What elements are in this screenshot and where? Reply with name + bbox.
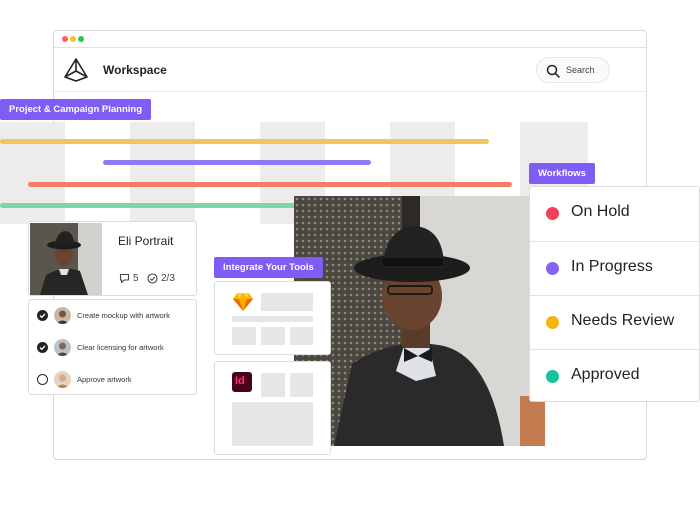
content-placeholder	[232, 327, 256, 345]
workspace-logo-icon[interactable]	[63, 57, 89, 83]
gantt-bar-purple[interactable]	[103, 160, 371, 165]
status-label: Needs Review	[571, 312, 675, 329]
workflows-tag: Workflows	[529, 163, 595, 184]
portrait-card[interactable]: Eli Portrait 5 2/3	[28, 221, 197, 296]
gantt-bar-green[interactable]	[0, 203, 300, 208]
gantt-column	[130, 122, 195, 224]
close-window-dot[interactable]	[62, 36, 68, 42]
planning-tag: Project & Campaign Planning	[0, 99, 152, 120]
app-title: Workspace	[103, 63, 167, 77]
avatar	[54, 371, 71, 388]
portrait-thumbnail	[30, 223, 102, 295]
checked-checkbox-icon[interactable]	[37, 342, 48, 353]
unchecked-checkbox-icon[interactable]	[37, 374, 48, 385]
comment-icon	[119, 273, 130, 284]
search-button[interactable]: Search	[536, 57, 610, 83]
gantt-bar-yellow[interactable]	[0, 139, 489, 144]
task-label: Clear licensing for artwork	[77, 343, 164, 352]
search-icon	[546, 64, 560, 78]
check-circle-icon	[147, 273, 158, 284]
integrate-tag: Integrate Your Tools	[214, 257, 323, 278]
task-label: Approve artwork	[77, 375, 132, 384]
status-in-progress[interactable]: In Progress	[530, 241, 699, 295]
sketch-icon	[233, 293, 253, 311]
task-item[interactable]: Create mockup with artwork	[29, 300, 196, 332]
gantt-column	[0, 122, 65, 224]
maximize-window-dot[interactable]	[78, 36, 84, 42]
window-titlebar	[54, 31, 646, 48]
portrait-photo	[294, 196, 545, 446]
integration-card-indesign[interactable]: Id	[214, 361, 331, 455]
integration-card-sketch[interactable]	[214, 281, 331, 355]
content-placeholder	[232, 316, 313, 322]
task-progress: 2/3	[161, 273, 175, 284]
indesign-icon: Id	[232, 372, 252, 392]
content-placeholder	[261, 327, 285, 345]
content-placeholder	[290, 327, 313, 345]
task-item[interactable]: Approve artwork	[29, 364, 196, 396]
minimize-window-dot[interactable]	[70, 36, 76, 42]
checked-checkbox-icon[interactable]	[37, 310, 48, 321]
content-placeholder	[290, 373, 313, 397]
content-placeholder	[261, 373, 285, 397]
status-approved[interactable]: Approved	[530, 349, 699, 403]
status-on-hold[interactable]: On Hold	[530, 187, 699, 241]
status-dot-icon	[546, 207, 559, 220]
status-label: On Hold	[571, 203, 630, 220]
status-dot-icon	[546, 316, 559, 329]
portrait-card-title: Eli Portrait	[118, 234, 174, 248]
gantt-bar-red[interactable]	[28, 182, 512, 187]
task-item[interactable]: Clear licensing for artwork	[29, 332, 196, 364]
task-label: Create mockup with artwork	[77, 311, 170, 320]
status-dot-icon	[546, 262, 559, 275]
content-placeholder	[261, 293, 313, 311]
status-needs-review[interactable]: Needs Review	[530, 295, 699, 349]
search-label: Search	[566, 65, 595, 75]
content-placeholder	[232, 402, 313, 446]
task-list: Create mockup with artwork Clear licensi…	[28, 299, 197, 395]
comment-count: 5	[133, 273, 139, 284]
status-label: In Progress	[571, 258, 653, 275]
status-dot-icon	[546, 370, 559, 383]
avatar	[54, 307, 71, 324]
status-label: Approved	[571, 366, 640, 383]
avatar	[54, 339, 71, 356]
workflow-status-panel: On Hold In Progress Needs Review Approve…	[529, 186, 700, 402]
app-navbar: Workspace Search	[54, 48, 646, 92]
